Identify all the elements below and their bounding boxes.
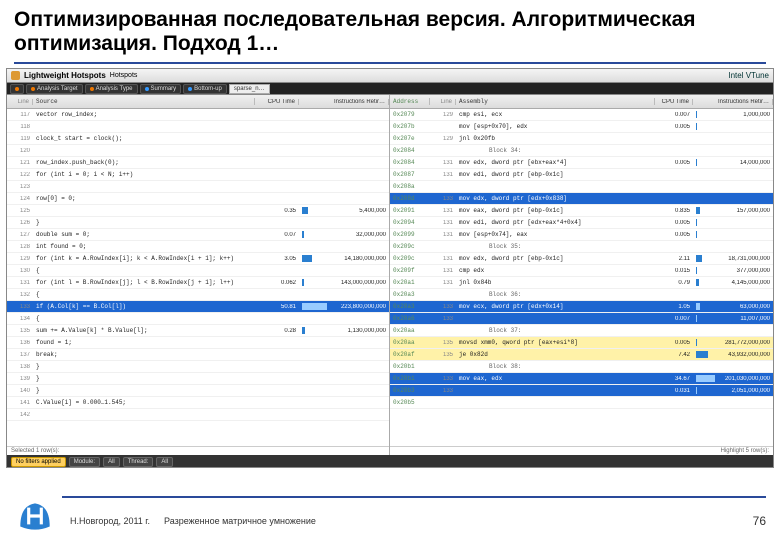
- assembly-row[interactable]: 0x2094131mov edi, dword ptr [edx+eax*4+0…: [390, 217, 773, 229]
- footer-rule: [62, 496, 766, 498]
- brand-label: Intel VTune: [728, 71, 769, 80]
- assembly-row[interactable]: 0x20aa135movsd xmm0, qword ptr [eax+esi*…: [390, 337, 773, 349]
- source-row[interactable]: 123: [7, 181, 389, 193]
- profiler-toolbar: Analysis Target Analysis Type Summary Bo…: [7, 83, 773, 95]
- source-row[interactable]: 139 }: [7, 373, 389, 385]
- slide-footer: Н.Новгород, 2011 г. Разреженное матрично…: [0, 492, 780, 540]
- source-row[interactable]: 135 sum += A.Value[k] * B.Value[l];0.281…: [7, 325, 389, 337]
- university-logo: [14, 495, 56, 537]
- assembly-row[interactable]: 0x208d133mov edx, dword ptr [edx+0x838]: [390, 193, 773, 205]
- filter-thread-label: Thread:: [123, 457, 154, 467]
- assembly-row[interactable]: 0x20b31330.0312,051,000,000: [390, 385, 773, 397]
- source-row[interactable]: 118: [7, 121, 389, 133]
- assembly-row[interactable]: 0x2091131mov eax, dword ptr [ebp-0x1c]0.…: [390, 205, 773, 217]
- assembly-row[interactable]: 0x20b1133mov eax, edx34.67201,030,000,00…: [390, 373, 773, 385]
- source-row[interactable]: 124 row[0] = 0;: [7, 193, 389, 205]
- assembly-row[interactable]: 0x209c131mov edx, dword ptr [ebp-0x1c]2.…: [390, 253, 773, 265]
- right-highlight-caption: Highlight 5 row(s):: [390, 446, 773, 455]
- assembly-rows[interactable]: 0x2079129cmp esi, ecx0.0071,000,0000x207…: [390, 109, 773, 446]
- profiler-window: Lightweight Hotspots Hotspots Intel VTun…: [6, 68, 774, 468]
- assembly-row[interactable]: 0x207bmov [esp+0x70], edx0.005: [390, 121, 773, 133]
- source-columns: Line Source CPU Time Instructions Retir…: [7, 95, 389, 109]
- source-row[interactable]: 142: [7, 409, 389, 421]
- source-row[interactable]: 119clock_t start = clock();: [7, 133, 389, 145]
- tab-summary[interactable]: Summary: [140, 84, 182, 94]
- source-row[interactable]: 137 break;: [7, 349, 389, 361]
- assembly-row[interactable]: 0x209cBlock 35:: [390, 241, 773, 253]
- assembly-row[interactable]: 0x2099131mov [esp+0x74], eax0.005: [390, 229, 773, 241]
- filter-module-label: Module:: [69, 457, 100, 467]
- assembly-row[interactable]: 0x2079129cmp esi, ecx0.0071,000,000: [390, 109, 773, 121]
- tab-analysis-target[interactable]: Analysis Target: [26, 84, 83, 94]
- source-row[interactable]: 130 {: [7, 265, 389, 277]
- filter-status[interactable]: No filters applied: [11, 457, 66, 467]
- assembly-row[interactable]: 0x20a3Block 36:: [390, 289, 773, 301]
- assembly-row[interactable]: 0x20af135je 0x82d 7.4243,932,000,000: [390, 349, 773, 361]
- title-rule: [14, 62, 766, 64]
- assembly-row[interactable]: 0x2084Block 34:: [390, 145, 773, 157]
- source-row[interactable]: 140 }: [7, 385, 389, 397]
- filter-thread-value[interactable]: All: [156, 457, 173, 467]
- source-row[interactable]: 129 for (int k = A.RowIndex[i]; k < A.Ro…: [7, 253, 389, 265]
- assembly-row[interactable]: 0x20b1Block 38:: [390, 361, 773, 373]
- source-row[interactable]: 132 {: [7, 289, 389, 301]
- slide-title: Оптимизированная последовательная версия…: [0, 0, 780, 60]
- assembly-row[interactable]: 0x208a: [390, 181, 773, 193]
- source-row[interactable]: 138 }: [7, 361, 389, 373]
- source-row[interactable]: 122for (int i = 0; i < N; i++): [7, 169, 389, 181]
- window-title: Lightweight Hotspots: [24, 71, 106, 80]
- source-row[interactable]: 121row_index.push_back(0);: [7, 157, 389, 169]
- assembly-row[interactable]: 0x20a61330.00711,007,000: [390, 313, 773, 325]
- toolbar-new[interactable]: [10, 84, 24, 94]
- assembly-row[interactable]: 0x209f131cmp edx0.015377,000,000: [390, 265, 773, 277]
- source-row[interactable]: 117vector row_index;: [7, 109, 389, 121]
- tab-bottom-up[interactable]: Bottom-up: [183, 84, 227, 94]
- source-row[interactable]: 127 double sum = 0;0.0732,000,000: [7, 229, 389, 241]
- tab-analysis-type[interactable]: Analysis Type: [85, 84, 138, 94]
- source-row[interactable]: 131 for (int l = B.RowIndex[j]; l < B.Ro…: [7, 277, 389, 289]
- source-row[interactable]: 133 if (A.Col[k] == B.Col[l])50.81223,80…: [7, 301, 389, 313]
- footer-center: Разреженное матричное умножение: [164, 516, 316, 526]
- source-row[interactable]: 136 found = 1;: [7, 337, 389, 349]
- source-row[interactable]: 134 {: [7, 313, 389, 325]
- assembly-columns: Address Line Assembly CPU Time Instructi…: [390, 95, 773, 109]
- source-row[interactable]: 128 int found = 0;: [7, 241, 389, 253]
- assembly-row[interactable]: 0x20aaBlock 37:: [390, 325, 773, 337]
- assembly-row[interactable]: 0x20a3133mov ecx, dword ptr [edx+0x14]1.…: [390, 301, 773, 313]
- assembly-row[interactable]: 0x2084131mov edx, dword ptr [ebx+eax*4]0…: [390, 157, 773, 169]
- filter-module-value[interactable]: All: [103, 457, 120, 467]
- assembly-row[interactable]: 0x20a1131jnl 0x84b 0.794,145,000,000: [390, 277, 773, 289]
- source-row[interactable]: 1250.355,400,000: [7, 205, 389, 217]
- app-icon: [11, 71, 20, 80]
- source-rows[interactable]: 117vector row_index;118119clock_t start …: [7, 109, 389, 446]
- assembly-row[interactable]: 0x207e129jnl 0x20fb: [390, 133, 773, 145]
- source-row[interactable]: 126 }: [7, 217, 389, 229]
- source-row[interactable]: 141 C.Value[i] = 0.000…1.545;: [7, 397, 389, 409]
- assembly-row[interactable]: 0x2087131mov edi, dword ptr [ebp-0x1c]: [390, 169, 773, 181]
- source-pane: Line Source CPU Time Instructions Retir……: [7, 95, 390, 455]
- page-number: 76: [753, 514, 766, 528]
- left-selection-caption: Selected 1 row(s):: [7, 446, 389, 455]
- footer-left: Н.Новгород, 2011 г.: [70, 516, 150, 526]
- filter-bar: No filters applied Module: All Thread: A…: [7, 455, 773, 468]
- assembly-row[interactable]: 0x20b5: [390, 397, 773, 409]
- assembly-pane: Address Line Assembly CPU Time Instructi…: [390, 95, 773, 455]
- file-tab[interactable]: sparse_n…: [229, 84, 270, 94]
- source-row[interactable]: 120: [7, 145, 389, 157]
- profiler-titlebar: Lightweight Hotspots Hotspots Intel VTun…: [7, 69, 773, 83]
- window-subtitle: Hotspots: [110, 72, 138, 79]
